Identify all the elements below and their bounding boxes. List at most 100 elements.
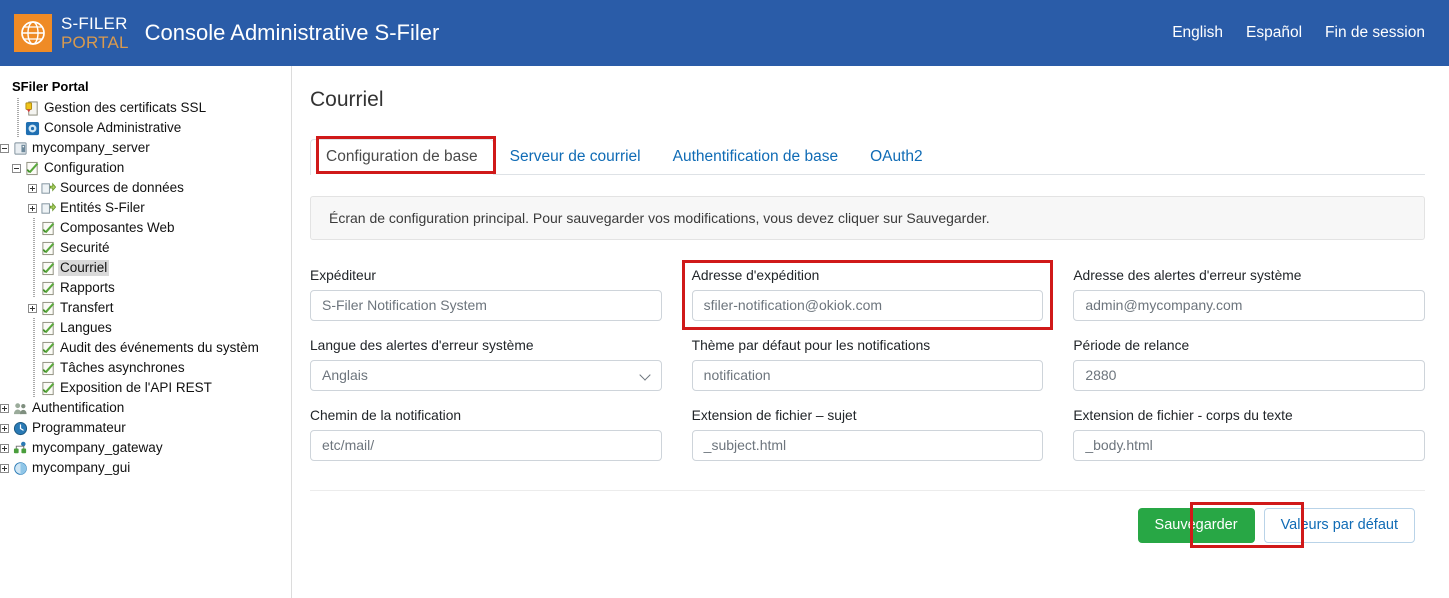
sidebar-item-securit[interactable]: Securité [0,238,291,258]
sidebar-item-label: Courriel [58,260,110,276]
tree-connector [28,218,40,238]
tree-connector [28,258,40,278]
form-actions: Sauvegarder Valeurs par défaut [310,502,1425,548]
sidebar-item-label: Authentification [32,400,125,415]
tree-connector [28,378,40,398]
tab-authentification-de-base[interactable]: Authentification de base [657,139,854,175]
input-adresse-expedition[interactable]: sfiler-notification@okiok.com [691,290,1044,321]
expand-node-icon[interactable] [0,403,9,413]
sidebar-item-authentification[interactable]: Authentification [0,398,291,418]
sidebar-item-configuration[interactable]: Configuration [0,158,291,178]
sidebar-item-label: Sources de données [60,180,184,195]
expand-node-icon[interactable] [28,203,37,213]
sidebar-item-sources-de-donn-es[interactable]: Sources de données [0,178,291,198]
field-extension-sujet: Extension de fichier – sujet _subject.ht… [691,408,1044,461]
restore-defaults-button[interactable]: Valeurs par défaut [1263,508,1415,543]
header-nav: English Español Fin de session [1172,24,1425,42]
certificate-icon [24,100,40,116]
sidebar-item-mycompany-gui[interactable]: mycompany_gui [0,458,291,478]
sidebar-item-programmateur[interactable]: Programmateur [0,418,291,438]
label-expediteur: Expéditeur [310,268,376,283]
tab-oauth2[interactable]: OAuth2 [854,139,939,175]
tab-configuration-de-base[interactable]: Configuration de base [310,139,494,175]
sidebar-item-audit-des-v-nements-du-syst-m[interactable]: Audit des événements du systèm [0,338,291,358]
expand-node-icon[interactable] [28,303,37,313]
language-link-english[interactable]: English [1172,24,1223,42]
sidebar-item-label: Configuration [44,160,125,175]
sidebar-item-label: Gestion des certificats SSL [44,100,207,115]
sidebar-item-rapports[interactable]: Rapports [0,278,291,298]
sidebar-item-label: Exposition de l'API REST [60,380,212,395]
main-content: Courriel Configuration de base Serveur d… [292,66,1449,598]
tab-bar: Configuration de base Serveur de courrie… [310,136,1425,175]
expand-node-icon[interactable] [0,423,9,433]
expand-node-icon[interactable] [0,463,9,473]
form-divider [310,490,1425,491]
field-chemin-notification: Chemin de la notification etc/mail/ [310,408,662,461]
collapse-node-icon[interactable] [12,163,21,173]
sidebar-item-courriel[interactable]: Courriel [0,258,291,278]
info-banner: Écran de configuration principal. Pour s… [310,196,1425,240]
field-adresse-expedition: Adresse d'expédition sfiler-notification… [681,260,1054,330]
field-adresse-alertes-erreur: Adresse des alertes d'erreur système adm… [1073,268,1425,321]
sidebar-item-transfert[interactable]: Transfert [0,298,291,318]
label-extension-corps: Extension de fichier - corps du texte [1073,408,1293,423]
config-checklist-icon [40,380,56,396]
collapse-node-icon[interactable] [0,143,9,153]
save-button[interactable]: Sauvegarder [1137,508,1255,543]
expand-node-icon[interactable] [28,183,37,193]
tree-connector [28,338,40,358]
expand-node-icon[interactable] [0,443,9,453]
sidebar-item-console-administrative[interactable]: Console Administrative [0,118,291,138]
tree-node-list: Gestion des certificats SSL Console Admin… [0,98,291,478]
label-chemin-notification: Chemin de la notification [310,408,462,423]
input-expediteur[interactable]: S-Filer Notification System [310,290,662,321]
chevron-down-icon [641,370,652,381]
sidebar-item-label: Entités S-Filer [60,200,145,215]
config-checklist-icon [40,240,56,256]
input-chemin-notification[interactable]: etc/mail/ [310,430,662,461]
sidebar-item-composantes-web[interactable]: Composantes Web [0,218,291,238]
sidebar-item-exposition-de-l-api-rest[interactable]: Exposition de l'API REST [0,378,291,398]
select-langue-alertes-erreur[interactable]: Anglais [310,360,662,391]
label-theme-notifications: Thème par défaut pour les notifications [691,338,931,353]
input-periode-relance[interactable]: 2880 [1073,360,1425,391]
config-checklist-icon [40,280,56,296]
input-adresse-alertes-erreur[interactable]: admin@mycompany.com [1073,290,1425,321]
sidebar-item-langues[interactable]: Langues [0,318,291,338]
sidebar-item-label: mycompany_gui [32,460,131,475]
sidebar-item-label: mycompany_gateway [32,440,163,455]
logo-text-line1: S-FILER [61,14,128,33]
config-checklist-icon [40,320,56,336]
tree-connector [28,278,40,298]
sidebar-item-mycompany-gateway[interactable]: mycompany_gateway [0,438,291,458]
server-icon [12,140,28,156]
sidebar-item-entit-s-s-filer[interactable]: Entités S-Filer [0,198,291,218]
sidebar-item-label: Programmateur [32,420,126,435]
sidebar-item-t-ches-asynchrones[interactable]: Tâches asynchrones [0,358,291,378]
sidebar-item-label: Transfert [60,300,114,315]
field-expediteur: Expéditeur S-Filer Notification System [310,268,662,321]
select-langue-value: Anglais [322,367,368,383]
sidebar-item-mycompany-server[interactable]: mycompany_server [0,138,291,158]
sidebar-item-label: Console Administrative [44,120,182,135]
sidebar-item-label: Composantes Web [60,220,175,235]
label-langue-alertes-erreur: Langue des alertes d'erreur système [310,338,534,353]
input-extension-sujet[interactable]: _subject.html [691,430,1044,461]
tree-connector [12,98,24,118]
language-link-espanol[interactable]: Español [1246,24,1302,42]
gateway-icon [12,440,28,456]
configuration-form: Expéditeur S-Filer Notification System A… [310,260,1425,461]
brand-logo[interactable]: S-FILER PORTAL [14,14,129,52]
logout-link[interactable]: Fin de session [1325,24,1425,42]
tab-serveur-de-courriel[interactable]: Serveur de courriel [494,139,657,175]
input-theme-notifications[interactable]: notification [691,360,1044,391]
sidebar-item-gestion-des-certificats-ssl[interactable]: Gestion des certificats SSL [0,98,291,118]
sidebar-item-label: Rapports [60,280,115,295]
tree-connector [12,118,24,138]
config-checklist-icon [40,340,56,356]
datasource-icon [40,180,56,196]
field-langue-alertes-erreur: Langue des alertes d'erreur système Angl… [310,338,662,391]
input-extension-corps[interactable]: _body.html [1073,430,1425,461]
users-icon [12,400,28,416]
